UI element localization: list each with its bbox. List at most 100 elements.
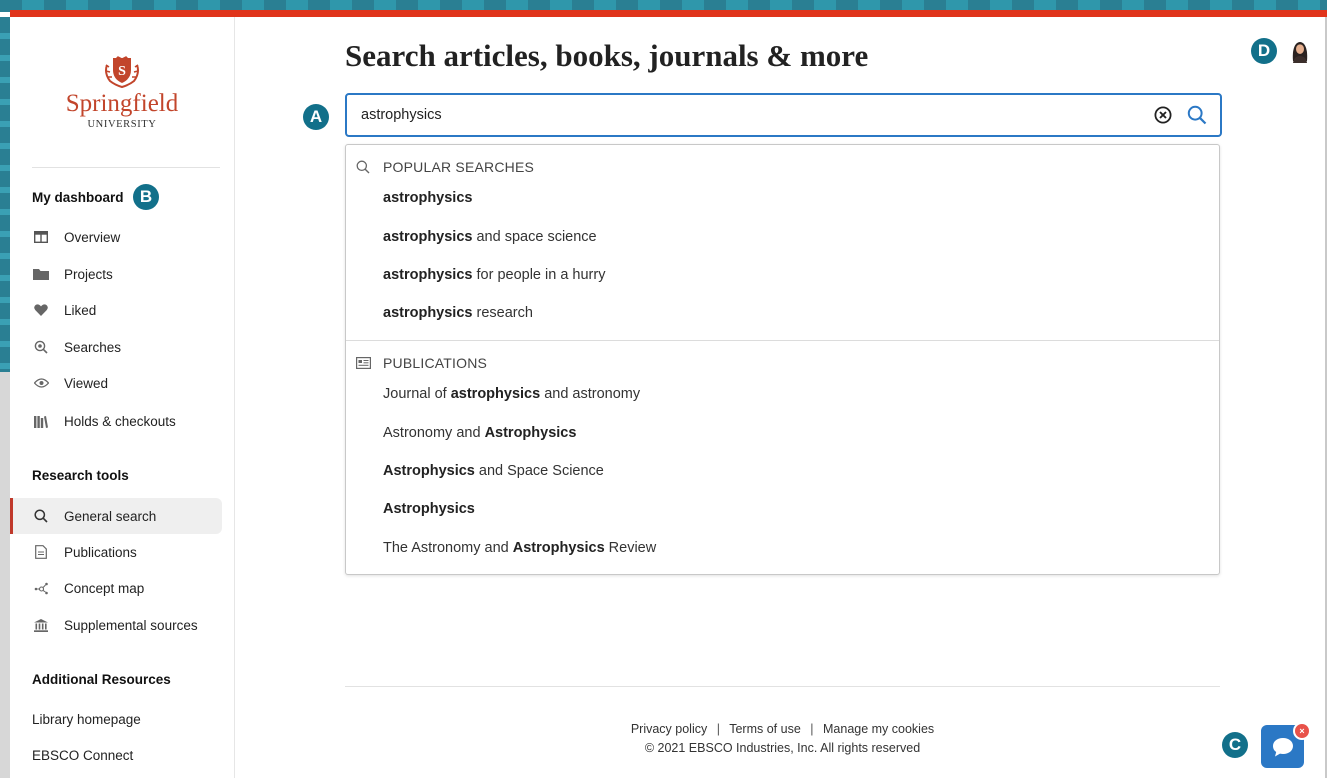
sidebar-item-viewed[interactable]: Viewed — [10, 365, 219, 401]
search-input[interactable] — [361, 95, 1141, 135]
footer-separator: | — [810, 722, 814, 736]
heart-icon — [32, 304, 50, 316]
ebsco-connect-link[interactable]: EBSCO Connect — [32, 748, 133, 763]
sidebar-item-searches[interactable]: Searches — [10, 329, 219, 365]
suggestion-rest: research — [472, 305, 533, 321]
popular-search-suggestion[interactable]: astrophysics research — [383, 305, 533, 321]
sidebar: S Springfield UNIVERSITY My dashboard Ov… — [10, 17, 235, 778]
suggestion-match: Astrophysics — [383, 463, 475, 479]
search-box — [345, 93, 1222, 137]
university-logo[interactable]: S Springfield UNIVERSITY — [10, 55, 234, 130]
marker-d: D — [1251, 38, 1277, 64]
sidebar-item-label: Overview — [64, 229, 121, 245]
sidebar-divider — [32, 167, 220, 168]
user-avatar[interactable] — [1287, 37, 1313, 63]
footer-links: Privacy policy | Terms of use | Manage m… — [345, 722, 1220, 736]
marker-c: C — [1222, 732, 1248, 758]
suggestion-match: astrophysics — [383, 305, 473, 321]
publications-label: PUBLICATIONS — [383, 355, 488, 371]
publication-suggestion[interactable]: Astrophysics and Space Science — [383, 463, 604, 479]
books-icon — [32, 415, 50, 428]
popular-searches-label: POPULAR SEARCHES — [383, 159, 535, 175]
clear-circle-icon — [1154, 106, 1172, 124]
suggestion-suffix: and astronomy — [540, 386, 641, 402]
sidebar-item-overview[interactable]: Overview — [10, 219, 219, 255]
sidebar-item-general-search[interactable]: General search — [10, 498, 222, 534]
folder-icon — [32, 268, 50, 280]
suggestion-match: astrophysics — [383, 267, 473, 283]
sidebar-item-supplemental-sources[interactable]: Supplemental sources — [10, 607, 219, 643]
suggestion-match: Astrophysics — [512, 540, 605, 556]
search-submit-button[interactable] — [1187, 105, 1207, 130]
search-icon — [356, 160, 374, 174]
concept-map-icon — [32, 582, 50, 595]
library-homepage-link[interactable]: Library homepage — [32, 712, 141, 727]
popular-searches-header: POPULAR SEARCHES — [356, 159, 534, 175]
sidebar-item-label: Searches — [64, 339, 122, 355]
decorative-frame-left — [0, 17, 10, 372]
suggestion-match: astrophysics — [383, 190, 473, 206]
publication-suggestion[interactable]: Journal of astrophysics and astronomy — [383, 386, 640, 402]
marker-b: B — [133, 184, 159, 210]
sidebar-item-projects[interactable]: Projects — [10, 256, 219, 292]
sidebar-item-concept-map[interactable]: Concept map — [10, 570, 219, 606]
sidebar-item-label: Projects — [64, 266, 113, 282]
popular-search-suggestion[interactable]: astrophysics for people in a hurry — [383, 267, 605, 283]
sidebar-item-holds-checkouts[interactable]: Holds & checkouts — [10, 403, 219, 439]
suggestion-match: astrophysics — [383, 229, 473, 245]
marker-a: A — [303, 104, 329, 130]
sidebar-item-publications[interactable]: Publications — [10, 534, 219, 570]
chat-bubble-icon — [1272, 737, 1293, 756]
brand-accent-bar — [10, 10, 1327, 17]
suggestion-prefix: Astronomy and — [383, 425, 485, 441]
sidebar-item-label: Supplemental sources — [64, 617, 198, 633]
publications-header: PUBLICATIONS — [356, 355, 487, 371]
suggestion-prefix: Journal of — [383, 386, 451, 402]
shield-crest-icon: S — [105, 56, 139, 89]
sidebar-item-label: Viewed — [64, 375, 109, 391]
sidebar-item-label: Concept map — [64, 580, 145, 596]
suggestion-rest: and space science — [472, 229, 597, 245]
section-title-research-tools: Research tools — [32, 468, 129, 483]
eye-icon — [32, 378, 50, 388]
publication-suggestion[interactable]: The Astronomy and Astrophysics Review — [383, 540, 656, 556]
section-title-additional-resources: Additional Resources — [32, 672, 171, 687]
publication-suggestion[interactable]: Astrophysics — [383, 501, 475, 517]
search-icon — [1187, 105, 1207, 125]
chat-notification-badge[interactable]: × — [1293, 722, 1311, 740]
terms-of-use-link[interactable]: Terms of use — [729, 722, 801, 736]
manage-cookies-link[interactable]: Manage my cookies — [823, 722, 934, 736]
footer-divider — [345, 686, 1220, 687]
institution-icon — [32, 618, 50, 632]
suggestion-match: astrophysics — [450, 386, 541, 402]
saved-search-icon — [32, 340, 50, 354]
user-avatar-icon — [1287, 37, 1313, 63]
suggestion-match: Astrophysics — [383, 501, 475, 517]
suggestion-match: Astrophysics — [484, 425, 577, 441]
popular-search-suggestion[interactable]: astrophysics — [383, 190, 472, 206]
privacy-policy-link[interactable]: Privacy policy — [631, 722, 707, 736]
footer-separator: | — [716, 722, 720, 736]
suggestion-suffix: Review — [604, 540, 657, 556]
suggestion-prefix: The Astronomy and — [383, 540, 513, 556]
sidebar-item-label: General search — [64, 508, 157, 524]
university-subtitle: UNIVERSITY — [87, 119, 157, 130]
sidebar-item-liked[interactable]: Liked — [10, 292, 219, 328]
sidebar-item-label: Publications — [64, 544, 137, 560]
sidebar-item-label: Holds & checkouts — [64, 413, 176, 429]
suggestion-rest: for people in a hurry — [472, 267, 606, 283]
page-title: Search articles, books, journals & more — [345, 38, 869, 73]
dropdown-divider — [346, 340, 1219, 341]
section-title-dashboard: My dashboard — [32, 190, 124, 205]
search-suggestions-dropdown: POPULAR SEARCHES astrophysics astrophysi… — [345, 144, 1220, 575]
clear-search-button[interactable] — [1154, 106, 1172, 129]
publication-suggestion[interactable]: Astronomy and Astrophysics — [383, 425, 576, 441]
university-name: Springfield — [65, 90, 179, 117]
svg-text:S: S — [118, 64, 126, 79]
search-icon — [32, 509, 50, 523]
sidebar-item-label: Liked — [64, 302, 97, 318]
copyright-text: © 2021 EBSCO Industries, Inc. All rights… — [644, 741, 921, 755]
popular-search-suggestion[interactable]: astrophysics and space science — [383, 229, 597, 245]
document-icon — [32, 545, 50, 559]
suggestion-suffix: and Space Science — [474, 463, 604, 479]
